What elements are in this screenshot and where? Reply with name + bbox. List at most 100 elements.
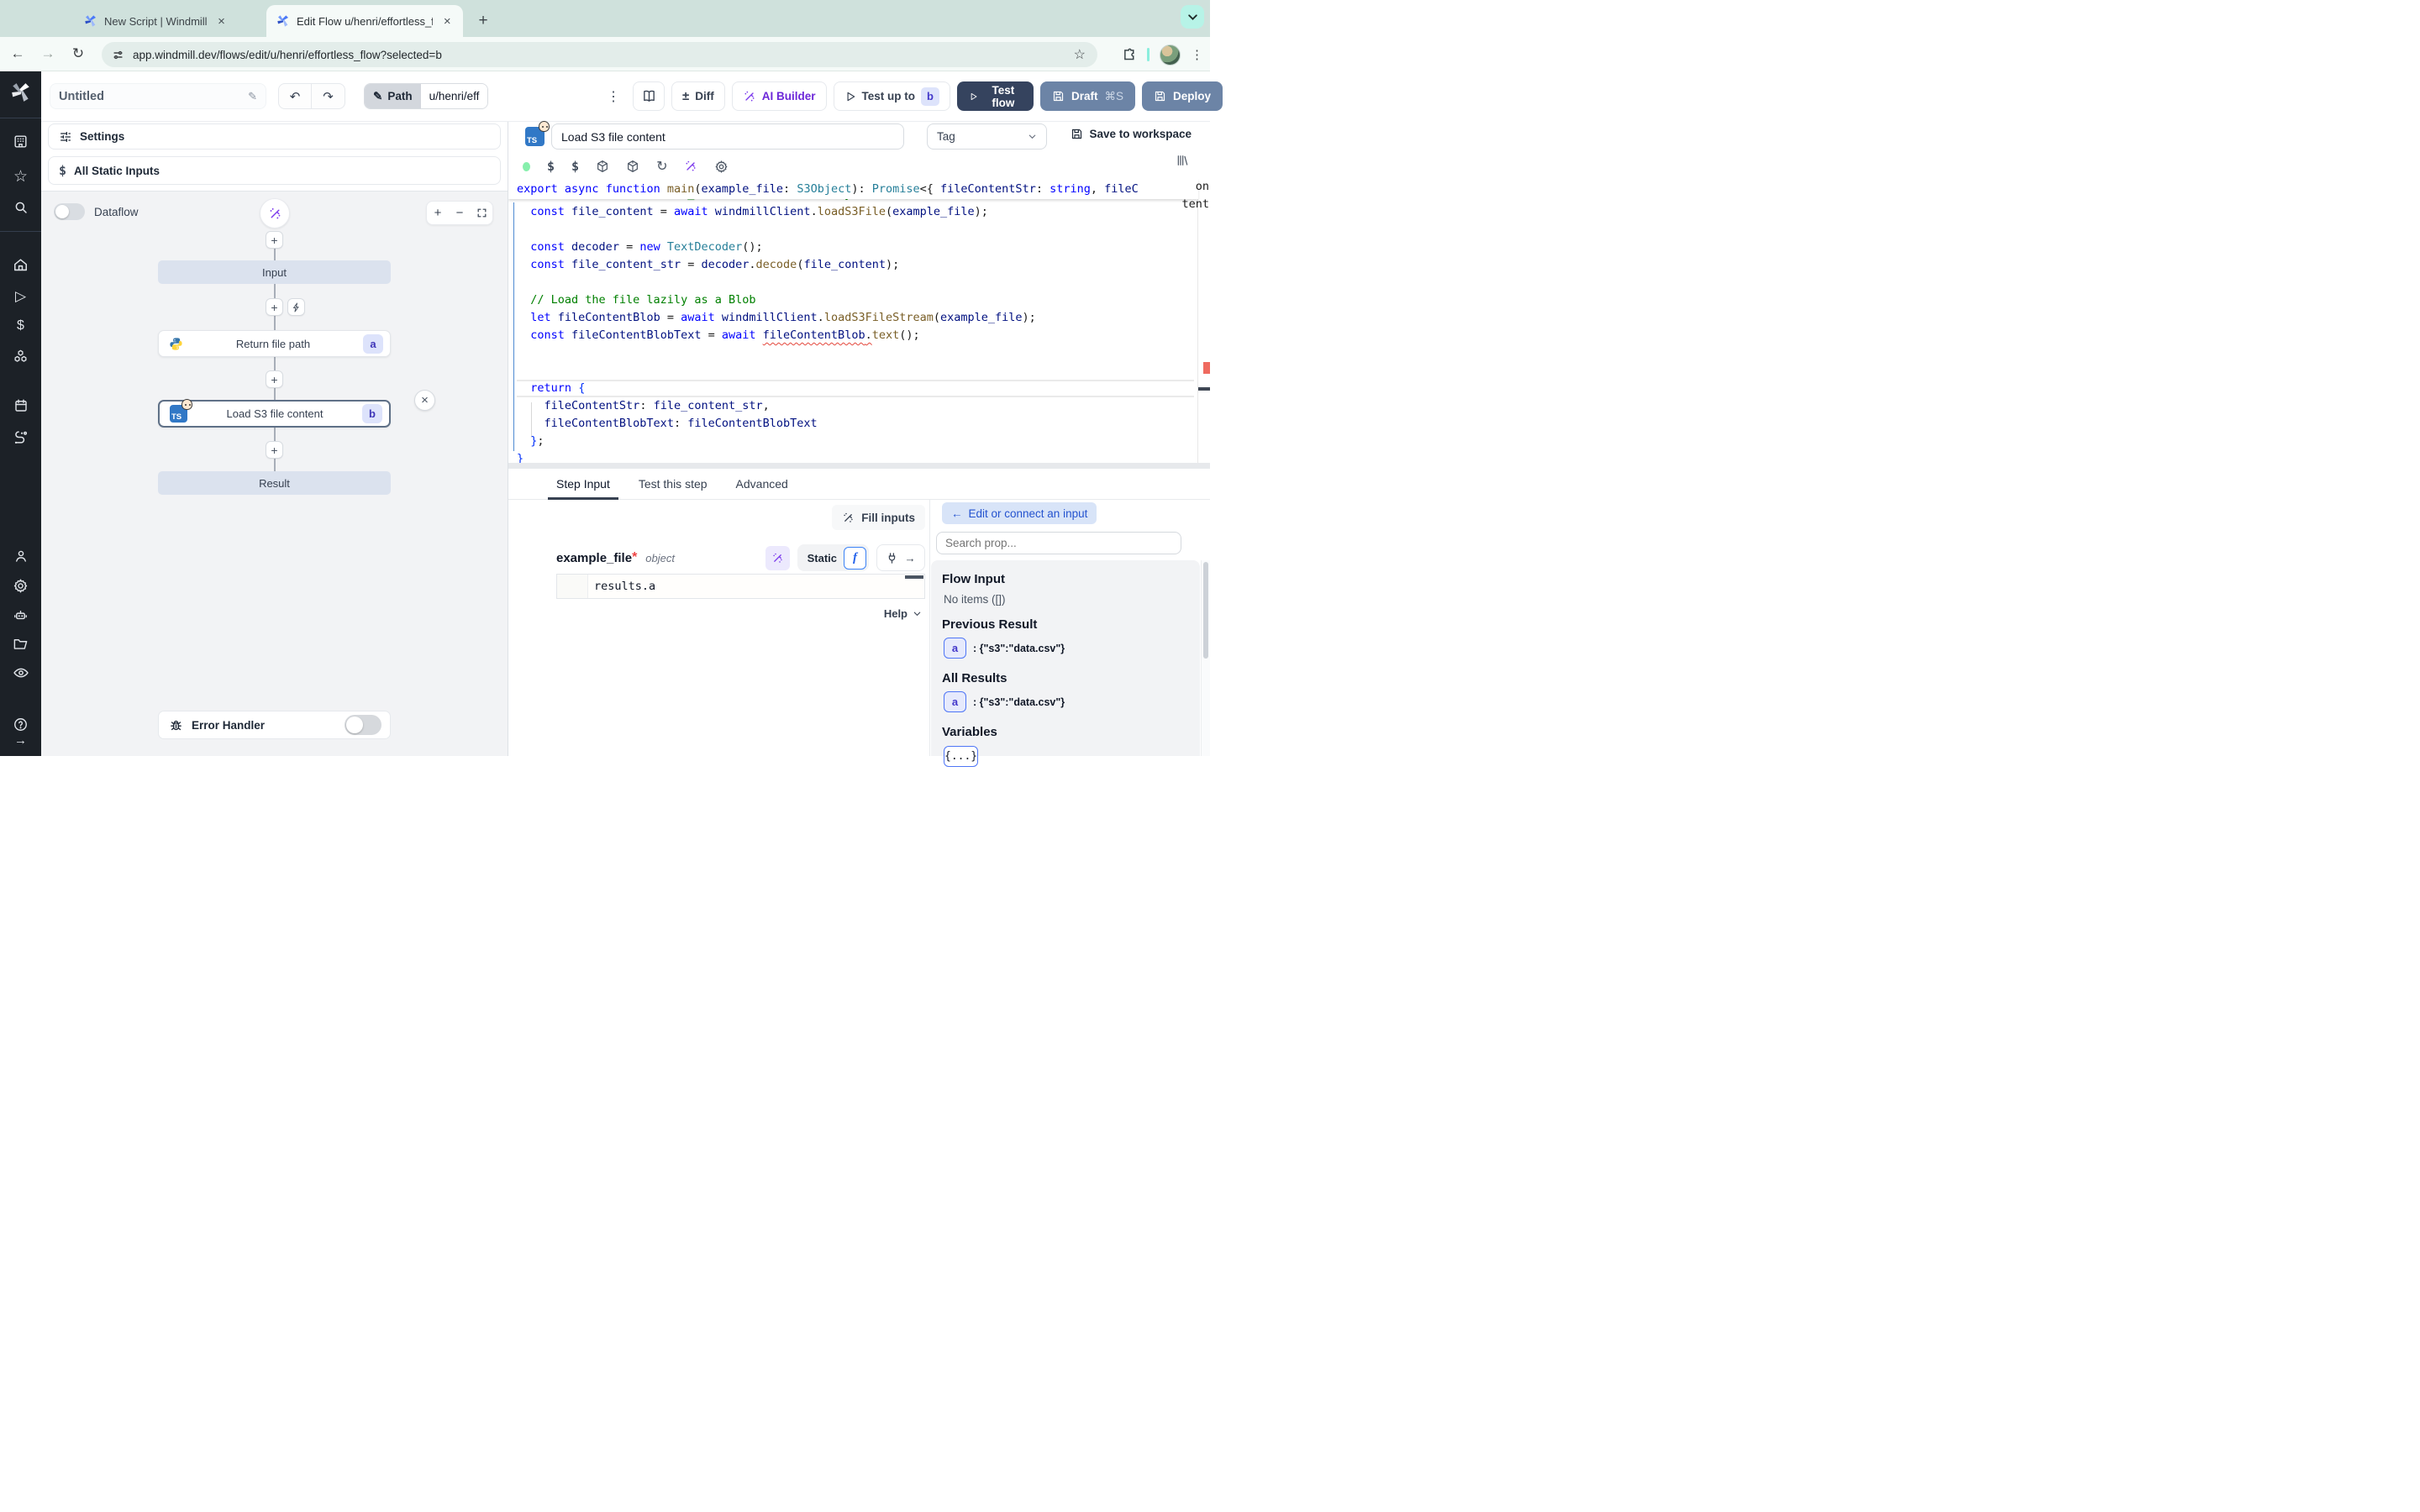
zoom-out-button[interactable]: − [449, 206, 471, 220]
search-prop-input[interactable] [936, 532, 1181, 554]
help-toggle[interactable]: Help [884, 607, 922, 620]
tab-close-icon[interactable]: × [439, 13, 455, 29]
add-step-button-1[interactable]: + [266, 298, 283, 316]
workspace-icon[interactable] [0, 134, 41, 150]
runs-play-icon[interactable]: ▷ [0, 288, 41, 305]
input-mode-toggle[interactable]: Static f [797, 544, 869, 571]
diff-button[interactable]: ± Diff [671, 81, 725, 111]
flow-graph-canvas[interactable]: Dataflow + − + Input + [41, 191, 508, 756]
reload-icon[interactable]: ↻ [656, 158, 667, 175]
back-icon[interactable]: ← [5, 41, 30, 66]
users-person-icon[interactable] [0, 549, 41, 564]
javascript-expr-icon[interactable]: f [844, 547, 866, 570]
edit-or-connect-button[interactable]: ← Edit or connect an input [942, 502, 1097, 524]
status-green-dot [523, 162, 530, 171]
script-header: TS Tag Save to workspace [508, 122, 1210, 154]
connect-input-button[interactable]: → [876, 544, 925, 571]
chevron-down-icon [1028, 132, 1037, 141]
address-bar[interactable]: app.windmill.dev/flows/edit/u/henri/effo… [102, 42, 1097, 67]
help-icon[interactable] [0, 717, 41, 732]
edit-pencil-icon[interactable]: ✎ [248, 90, 257, 103]
folders-icon[interactable] [0, 636, 41, 652]
package-icon[interactable] [596, 160, 609, 173]
site-settings-icon[interactable] [112, 49, 124, 61]
add-step-button-2[interactable]: + [266, 370, 283, 388]
profile-avatar[interactable] [1160, 45, 1181, 66]
code-editor[interactable]: // Load the entire file_content as a Uin… [508, 179, 1210, 463]
library-panel-icon[interactable] [1176, 154, 1189, 167]
delete-step-button[interactable]: × [414, 390, 435, 411]
dataflow-toggle[interactable] [54, 203, 85, 220]
result-badge-a[interactable]: a [944, 691, 966, 712]
variables-dollar-icon[interactable]: $ [0, 318, 41, 333]
schedules-calendar-icon[interactable] [0, 398, 41, 413]
new-tab-button[interactable]: + [472, 10, 494, 32]
expression-editor[interactable]: results.a [556, 574, 925, 599]
test-up-to-button[interactable]: Test up to b [834, 81, 951, 111]
windmill-favicon [276, 14, 290, 28]
undo-button[interactable]: ↶ [279, 84, 312, 108]
zoom-in-button[interactable]: + [427, 206, 449, 220]
tab-search-button[interactable] [1181, 5, 1204, 29]
flow-node-input[interactable]: Input [158, 260, 391, 284]
error-handler-card[interactable]: Error Handler [158, 711, 391, 739]
extensions-icon[interactable] [1123, 48, 1137, 62]
home-icon[interactable] [0, 257, 41, 273]
settings-gear-icon[interactable] [0, 578, 41, 594]
bookmark-star-icon[interactable]: ☆ [1071, 46, 1089, 63]
flow-settings-row[interactable]: Settings [48, 123, 501, 150]
tag-select[interactable]: Tag [927, 123, 1047, 150]
panel-scrollbar[interactable] [1201, 560, 1210, 756]
flow-node-result[interactable]: Result [158, 471, 391, 495]
docs-book-button[interactable] [633, 81, 665, 111]
browser-tab-edit-flow[interactable]: Edit Flow u/henri/effortless_fl × [266, 5, 463, 37]
ai-flow-wand-button[interactable] [260, 198, 290, 228]
windmill-logo[interactable] [0, 81, 41, 103]
draft-button[interactable]: Draft ⌘S [1040, 81, 1135, 111]
flow-name-field[interactable]: Untitled ✎ [50, 83, 266, 109]
more-options-button[interactable]: ⋮ [601, 83, 626, 109]
test-flow-button[interactable]: Test flow [957, 81, 1034, 111]
deploy-button[interactable]: Deploy [1142, 81, 1223, 111]
trigger-bolt-button[interactable] [287, 298, 305, 316]
all-static-inputs-row[interactable]: $ All Static Inputs [48, 156, 501, 185]
fill-inputs-button[interactable]: Fill inputs [832, 505, 925, 530]
step-name-input[interactable] [551, 123, 904, 150]
routes-icon[interactable] [0, 429, 41, 445]
ai-builder-button[interactable]: AI Builder [732, 81, 827, 111]
workers-robot-icon[interactable] [0, 607, 41, 623]
redo-button[interactable]: ↷ [312, 84, 345, 108]
audit-eye-icon[interactable] [0, 664, 41, 681]
resources-cubes-icon[interactable] [0, 349, 41, 365]
vars-dollar-icon[interactable]: $ [571, 159, 579, 174]
editor-settings-gear-icon[interactable] [714, 160, 729, 174]
browser-tab-new-script[interactable]: New Script | Windmill × [74, 5, 255, 37]
tab-advanced[interactable]: Advanced [736, 469, 788, 500]
path-group[interactable]: ✎Path u/henri/eff [364, 83, 488, 109]
add-step-button-top[interactable]: + [266, 231, 283, 249]
result-badge-a[interactable]: a [944, 638, 966, 659]
search-icon[interactable] [0, 200, 41, 215]
tab-close-icon[interactable]: × [214, 13, 229, 29]
variables-badge[interactable]: {...} [944, 746, 978, 767]
ai-fill-field-button[interactable] [765, 546, 790, 570]
ai-wand-icon[interactable] [684, 160, 697, 173]
save-to-workspace-button[interactable]: Save to workspace [1071, 128, 1192, 140]
assets-dollar-icon[interactable]: $ [547, 159, 555, 174]
graph-zoom-controls: + − [426, 201, 493, 225]
fit-view-button[interactable] [471, 207, 492, 218]
tab-step-input[interactable]: Step Input [556, 469, 610, 500]
flow-node-a[interactable]: Return file path a [158, 330, 391, 357]
chevron-down-icon [913, 609, 922, 618]
add-step-button-3[interactable]: + [266, 441, 283, 459]
favorites-star-icon[interactable]: ☆ [0, 167, 41, 186]
panel-resize-handle[interactable] [508, 463, 1210, 469]
error-handler-toggle[interactable] [345, 715, 381, 735]
flow-node-b-selected[interactable]: TS Load S3 file content b [158, 400, 391, 428]
tab-test-this-step[interactable]: Test this step [639, 469, 708, 500]
forward-icon[interactable]: → [35, 41, 60, 66]
reload-icon[interactable]: ↻ [66, 41, 91, 66]
package-icon[interactable] [626, 160, 639, 173]
collapse-arrow-icon[interactable]: → [0, 733, 41, 748]
browser-menu-icon[interactable]: ⋮ [1191, 47, 1203, 62]
